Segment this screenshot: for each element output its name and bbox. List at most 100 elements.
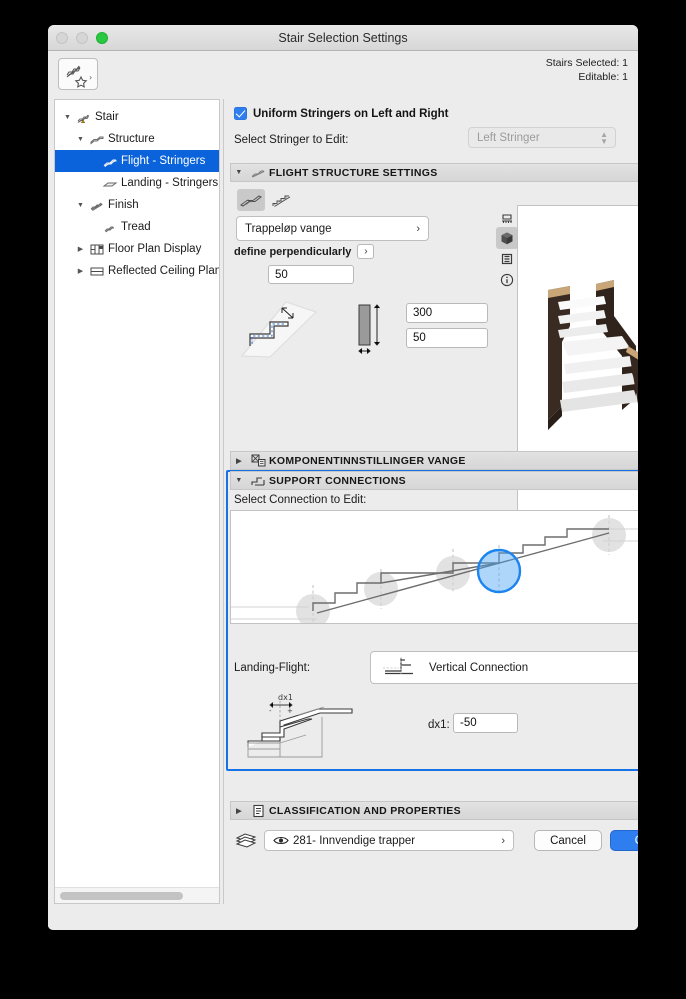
stringer-height-input[interactable]: 300 xyxy=(406,303,488,323)
sidebar-item-stair[interactable]: ▼ Stair xyxy=(55,106,219,128)
structure-icon xyxy=(87,132,106,146)
eye-icon xyxy=(273,835,293,846)
panel-divider xyxy=(223,99,224,904)
maximize-button[interactable] xyxy=(96,32,108,44)
uniform-stringers-checkbox[interactable] xyxy=(234,107,247,120)
sidebar-item-finish[interactable]: ▼ Finish xyxy=(55,194,219,216)
connection-select-canvas[interactable] xyxy=(230,510,638,628)
define-perpendicularly-button[interactable]: › xyxy=(357,244,375,259)
uniform-stringers-row[interactable]: Uniform Stringers on Left and Right xyxy=(234,107,449,120)
floor-plan-view-icon xyxy=(502,214,512,223)
reflected-ceiling-icon xyxy=(87,264,106,278)
stepper-icon: ▲ ▼ xyxy=(600,129,608,146)
minimize-button[interactable] xyxy=(76,32,88,44)
favorites-button[interactable]: › xyxy=(58,58,98,90)
twisty-icon[interactable]: ▼ xyxy=(74,136,87,143)
floor-plan-view-button[interactable] xyxy=(496,207,518,229)
stringer-thickness-value: 50 xyxy=(413,332,426,344)
dialog-footer: 281- Innvendige trapper › Cancel OK xyxy=(228,827,638,857)
info-icon xyxy=(500,273,514,287)
stepped-stringer-icon xyxy=(272,194,291,207)
stringer-thickness-diagram xyxy=(353,297,389,357)
title-bar: Stair Selection Settings xyxy=(48,25,638,51)
stepped-stringer-button[interactable] xyxy=(269,189,297,211)
sidebar-item-tread[interactable]: Tread xyxy=(55,216,219,238)
monolithic-stringer-button[interactable] xyxy=(237,189,265,211)
sidebar-item-label: Landing - Stringers xyxy=(121,177,219,189)
editable-text: Editable: 1 xyxy=(578,71,628,83)
3d-view-icon xyxy=(501,232,513,244)
dx1-value: -50 xyxy=(460,717,477,729)
landing-stringer-icon xyxy=(100,176,119,190)
structure-type-dropdown[interactable]: Trappeløp vange › xyxy=(236,216,429,241)
support-connections-section-header[interactable]: ▼ SUPPORT CONNECTIONS xyxy=(230,471,638,490)
section-view-button[interactable] xyxy=(496,248,518,270)
sidebar-item-label: Tread xyxy=(121,221,151,233)
select-stringer-dropdown[interactable]: Left Stringer ▲ ▼ xyxy=(468,127,616,148)
stair-warning-icon xyxy=(74,110,93,124)
stair-connection-diagram xyxy=(231,515,638,628)
layers-icon[interactable] xyxy=(234,831,258,854)
offset-input[interactable]: 50 xyxy=(268,265,354,284)
close-button[interactable] xyxy=(56,32,68,44)
classification-section-header[interactable]: ▶ CLASSIFICATION AND PROPERTIES xyxy=(230,801,638,820)
main-panel: Uniform Stringers on Left and Right Sele… xyxy=(226,99,638,930)
dx1-label: dx1: xyxy=(428,719,450,731)
support-connections-section-title: SUPPORT CONNECTIONS xyxy=(269,474,406,487)
layer-dropdown[interactable]: 281- Innvendige trapper › xyxy=(264,830,514,851)
twisty-icon[interactable]: ▶ xyxy=(74,267,87,275)
section-view-icon xyxy=(501,253,513,265)
sidebar-item-label: Reflected Ceiling Plan D xyxy=(108,265,219,277)
landing-flight-label: Landing-Flight: xyxy=(234,662,311,674)
sidebar-item-reflected-ceiling-plan[interactable]: ▶ Reflected Ceiling Plan D xyxy=(55,260,219,282)
sidebar-item-label: Finish xyxy=(108,199,139,211)
window-controls xyxy=(56,32,108,44)
info-button[interactable] xyxy=(496,269,518,291)
twisty-icon[interactable]: ▼ xyxy=(74,202,87,209)
toolbar: › Stairs Selected: 1 Editable: 1 xyxy=(48,51,638,99)
ok-button[interactable]: OK xyxy=(610,830,638,851)
sidebar-item-landing-stringers[interactable]: Landing - Stringers xyxy=(55,172,219,194)
define-perpendicularly-row[interactable]: define perpendicularly › xyxy=(234,244,375,259)
twisty-icon[interactable]: ▶ xyxy=(231,457,247,465)
connection-type-value: Vertical Connection xyxy=(429,661,529,674)
select-connection-label: Select Connection to Edit: xyxy=(234,494,367,506)
sidebar-item-flight-stringers[interactable]: Flight - Stringers xyxy=(55,150,219,172)
chevron-right-icon: › xyxy=(501,834,505,847)
layer-value: 281- Innvendige trapper xyxy=(293,834,416,847)
sidebar-item-structure[interactable]: ▼ Structure xyxy=(55,128,219,150)
sidebar-item-floor-plan-display[interactable]: ▶ Floor Plan Display xyxy=(55,238,219,260)
dx1-input[interactable]: -50 xyxy=(453,713,518,733)
sidebar-item-label: Flight - Stringers xyxy=(121,155,206,167)
twisty-icon[interactable]: ▼ xyxy=(231,169,247,176)
connection-type-dropdown[interactable]: Vertical Connection › xyxy=(370,651,638,684)
chevron-right-icon: › xyxy=(416,222,420,235)
selection-info: Stairs Selected: 1 Editable: 1 xyxy=(546,56,628,84)
dx1-diagram: dx1 - + xyxy=(240,691,365,759)
svg-text:-: - xyxy=(269,707,272,715)
scrollbar-thumb[interactable] xyxy=(60,892,183,900)
sidebar-horizontal-scrollbar[interactable] xyxy=(55,887,219,903)
stairs-selected-text: Stairs Selected: 1 xyxy=(545,57,628,69)
twisty-icon[interactable]: ▶ xyxy=(74,245,87,253)
support-connection-icon xyxy=(247,474,269,487)
twisty-icon[interactable]: ▼ xyxy=(231,477,247,484)
offset-value: 50 xyxy=(275,268,288,281)
component-settings-icon xyxy=(247,454,269,467)
component-settings-section-header[interactable]: ▶ KOMPONENTINNSTILLINGER VANGE xyxy=(230,451,638,470)
component-settings-section-title: KOMPONENTINNSTILLINGER VANGE xyxy=(269,454,466,467)
3d-view-button[interactable] xyxy=(496,227,518,249)
stringer-thickness-input[interactable]: 50 xyxy=(406,328,488,348)
settings-sidebar: ▼ Stair ▼ Structure Flight - Stringers L… xyxy=(54,99,220,904)
settings-tree: ▼ Stair ▼ Structure Flight - Stringers L… xyxy=(55,100,219,879)
svg-text:+: + xyxy=(287,707,293,715)
classification-icon xyxy=(247,804,269,818)
select-stringer-value: Left Stringer xyxy=(477,131,540,144)
window-body: ▼ Stair ▼ Structure Flight - Stringers L… xyxy=(48,99,638,930)
twisty-icon[interactable]: ▼ xyxy=(61,114,74,121)
connection-marker xyxy=(592,518,626,552)
flight-structure-section-header[interactable]: ▼ FLIGHT STRUCTURE SETTINGS xyxy=(230,163,638,182)
sidebar-item-label: Stair xyxy=(95,111,119,123)
cancel-button[interactable]: Cancel xyxy=(534,830,602,851)
twisty-icon[interactable]: ▶ xyxy=(231,807,247,815)
